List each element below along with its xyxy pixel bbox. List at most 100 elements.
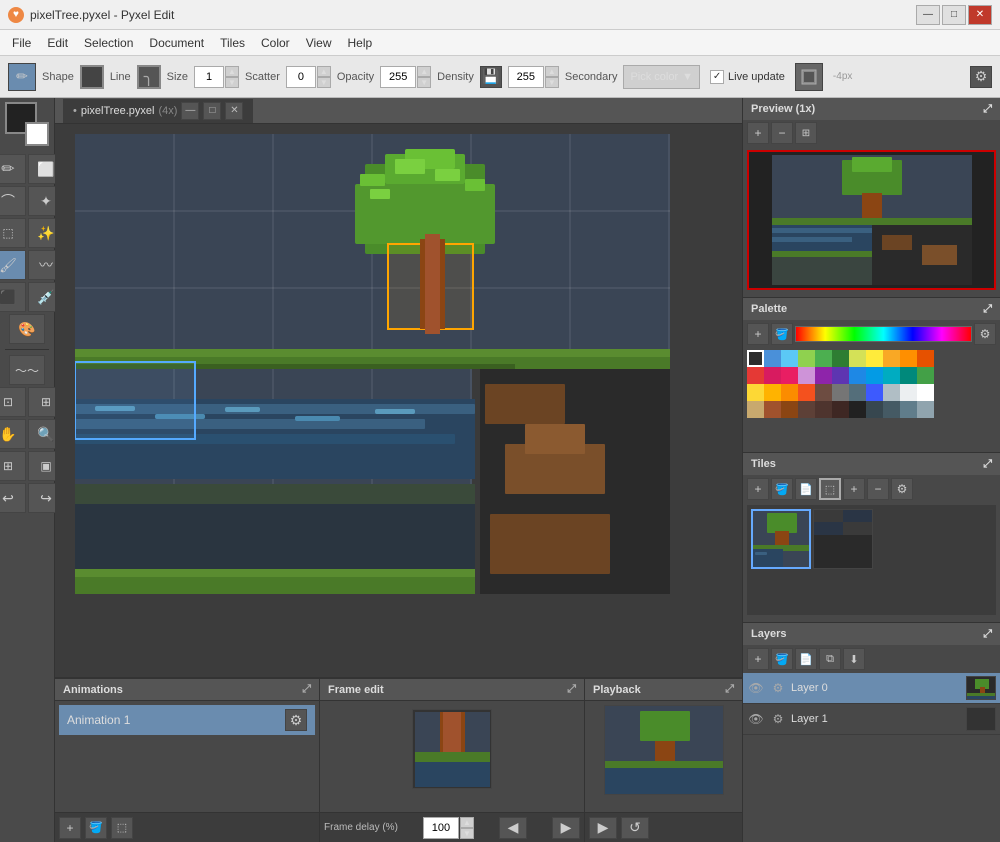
preview-section-header[interactable]: Preview (1x) ⤢ bbox=[743, 98, 1000, 120]
menu-help[interactable]: Help bbox=[339, 33, 380, 53]
maximize-button[interactable]: □ bbox=[942, 5, 966, 25]
window-controls[interactable]: — □ ✕ bbox=[916, 5, 992, 25]
resize-tool[interactable]: ⊡ bbox=[0, 387, 26, 417]
size-input[interactable] bbox=[194, 66, 224, 88]
density-down-button[interactable]: ▼ bbox=[545, 77, 559, 88]
layer-new-button[interactable]: 📄 bbox=[795, 648, 817, 670]
layer-fill-button[interactable]: 🪣 bbox=[771, 648, 793, 670]
size-spinner[interactable]: ▲ ▼ bbox=[194, 66, 239, 88]
canvas-minimize-button[interactable]: — bbox=[181, 102, 199, 120]
opacity-up-button[interactable]: ▲ bbox=[417, 66, 431, 77]
animation-fill-button[interactable]: 🪣 bbox=[85, 817, 107, 839]
palette-swatch-19[interactable] bbox=[883, 367, 900, 384]
layer-merge-button[interactable]: ⬇ bbox=[843, 648, 865, 670]
palette-swatch-35[interactable] bbox=[781, 401, 798, 418]
delay-down-button[interactable]: ▼ bbox=[460, 828, 474, 839]
add-color-button[interactable]: + bbox=[747, 323, 769, 345]
size-down-button[interactable]: ▼ bbox=[225, 77, 239, 88]
pick-color-dropdown[interactable]: Pick color ▼ bbox=[623, 65, 700, 89]
palette-swatch-22[interactable] bbox=[747, 384, 764, 401]
palette-swatch-7[interactable] bbox=[866, 350, 883, 367]
canvas-close-button[interactable]: ✕ bbox=[225, 102, 243, 120]
density-save-button[interactable]: 💾 bbox=[480, 66, 502, 88]
delay-up-button[interactable]: ▲ bbox=[460, 817, 474, 828]
frame-delay-input[interactable] bbox=[423, 817, 459, 839]
settings-gear-button[interactable]: ⚙ bbox=[970, 66, 992, 88]
layer-0-settings-button[interactable]: ⚙ bbox=[769, 679, 787, 697]
layer-1-visibility-button[interactable]: 👁 bbox=[747, 710, 765, 728]
menu-document[interactable]: Document bbox=[141, 33, 212, 53]
palette-settings-button[interactable]: ⚙ bbox=[974, 323, 996, 345]
fill-tool[interactable]: ⬛ bbox=[0, 282, 26, 312]
palette-swatch-14[interactable] bbox=[798, 367, 815, 384]
palette-expand-icon[interactable]: ⤢ bbox=[983, 303, 992, 316]
palette-swatch-26[interactable] bbox=[815, 384, 832, 401]
menu-view[interactable]: View bbox=[298, 33, 340, 53]
palette-swatch-2[interactable] bbox=[781, 350, 798, 367]
marquee-tool[interactable]: ⬚ bbox=[0, 218, 26, 248]
pencil-tool-button[interactable]: ✏ bbox=[8, 63, 36, 91]
opacity-input[interactable] bbox=[380, 66, 416, 88]
palette-swatch-28[interactable] bbox=[849, 384, 866, 401]
add-animation-button[interactable]: + bbox=[59, 817, 81, 839]
palette-swatch-36[interactable] bbox=[798, 401, 815, 418]
palette-swatch-31[interactable] bbox=[900, 384, 917, 401]
canvas-tab-pixeltree[interactable]: • pixelTree.pyxel (4x) — □ ✕ bbox=[63, 99, 253, 123]
close-button[interactable]: ✕ bbox=[968, 5, 992, 25]
layer-0-visibility-button[interactable]: 👁 bbox=[747, 679, 765, 697]
animations-expand-icon[interactable]: ⤢ bbox=[302, 683, 311, 696]
layer-1-settings-button[interactable]: ⚙ bbox=[769, 710, 787, 728]
tile-item-2[interactable] bbox=[813, 509, 873, 569]
palette-swatch-11[interactable] bbox=[747, 367, 764, 384]
palette-swatch-21[interactable] bbox=[917, 367, 934, 384]
density-input[interactable] bbox=[508, 66, 544, 88]
tile-new-button[interactable]: 📄 bbox=[795, 478, 817, 500]
pan-tool[interactable]: ✋ bbox=[0, 419, 26, 449]
layers-expand-icon[interactable]: ⤢ bbox=[983, 628, 992, 641]
prev-frame-button[interactable]: ◀ bbox=[499, 817, 527, 839]
scatter-spinner[interactable]: ▲ ▼ bbox=[286, 66, 331, 88]
playback-expand-icon[interactable]: ⤢ bbox=[725, 683, 734, 696]
tile-grid-tool[interactable]: ⊞ bbox=[0, 451, 26, 481]
palette-section-header[interactable]: Palette ⤢ bbox=[743, 298, 1000, 320]
layer-item-1[interactable]: 👁 ⚙ Layer 1 bbox=[743, 704, 1000, 735]
menu-selection[interactable]: Selection bbox=[76, 33, 141, 53]
palette-swatch-13[interactable] bbox=[781, 367, 798, 384]
scatter-input[interactable] bbox=[286, 66, 316, 88]
tile-selected-button[interactable]: ⬚ bbox=[819, 478, 841, 500]
palette-swatch-29[interactable] bbox=[866, 384, 883, 401]
animation-settings-button[interactable]: ⚙ bbox=[285, 709, 307, 731]
frame-edit-expand-icon[interactable]: ⤢ bbox=[567, 683, 576, 696]
menu-edit[interactable]: Edit bbox=[39, 33, 76, 53]
animation-marquee-button[interactable]: ⬚ bbox=[111, 817, 133, 839]
palette-swatch-4[interactable] bbox=[815, 350, 832, 367]
palette-fill-button[interactable]: 🪣 bbox=[771, 323, 793, 345]
palette-swatch-15[interactable] bbox=[815, 367, 832, 384]
palette-swatch-42[interactable] bbox=[900, 401, 917, 418]
density-up-button[interactable]: ▲ bbox=[545, 66, 559, 77]
palette-swatch-25[interactable] bbox=[798, 384, 815, 401]
background-color[interactable] bbox=[25, 122, 49, 146]
density-spinner[interactable]: ▲ ▼ bbox=[508, 66, 559, 88]
zoom-out-button[interactable]: − bbox=[771, 122, 793, 144]
palette-swatch-6[interactable] bbox=[849, 350, 866, 367]
opacity-down-button[interactable]: ▼ bbox=[417, 77, 431, 88]
zoom-in-button[interactable]: + bbox=[747, 122, 769, 144]
palette-swatch-5[interactable] bbox=[832, 350, 849, 367]
line-preview[interactable]: ╮ bbox=[137, 65, 161, 89]
add-tile-button[interactable]: + bbox=[747, 478, 769, 500]
shape-preview[interactable] bbox=[80, 65, 104, 89]
palette-swatch-black[interactable] bbox=[747, 350, 764, 367]
pencil-tool[interactable]: ✏ bbox=[0, 154, 26, 184]
palette-swatch-32[interactable] bbox=[917, 384, 934, 401]
canvas-artwork[interactable] bbox=[75, 134, 670, 594]
palette-swatch-20[interactable] bbox=[900, 367, 917, 384]
palette-swatch-8[interactable] bbox=[883, 350, 900, 367]
layer-copy-button[interactable]: ⧉ bbox=[819, 648, 841, 670]
minimize-button[interactable]: — bbox=[916, 5, 940, 25]
zoom-grid-button[interactable]: ⊞ bbox=[795, 122, 817, 144]
layers-section-header[interactable]: Layers ⤢ bbox=[743, 623, 1000, 645]
palette-swatch-9[interactable] bbox=[900, 350, 917, 367]
add-layer-button[interactable]: + bbox=[747, 648, 769, 670]
palette-swatch-40[interactable] bbox=[866, 401, 883, 418]
